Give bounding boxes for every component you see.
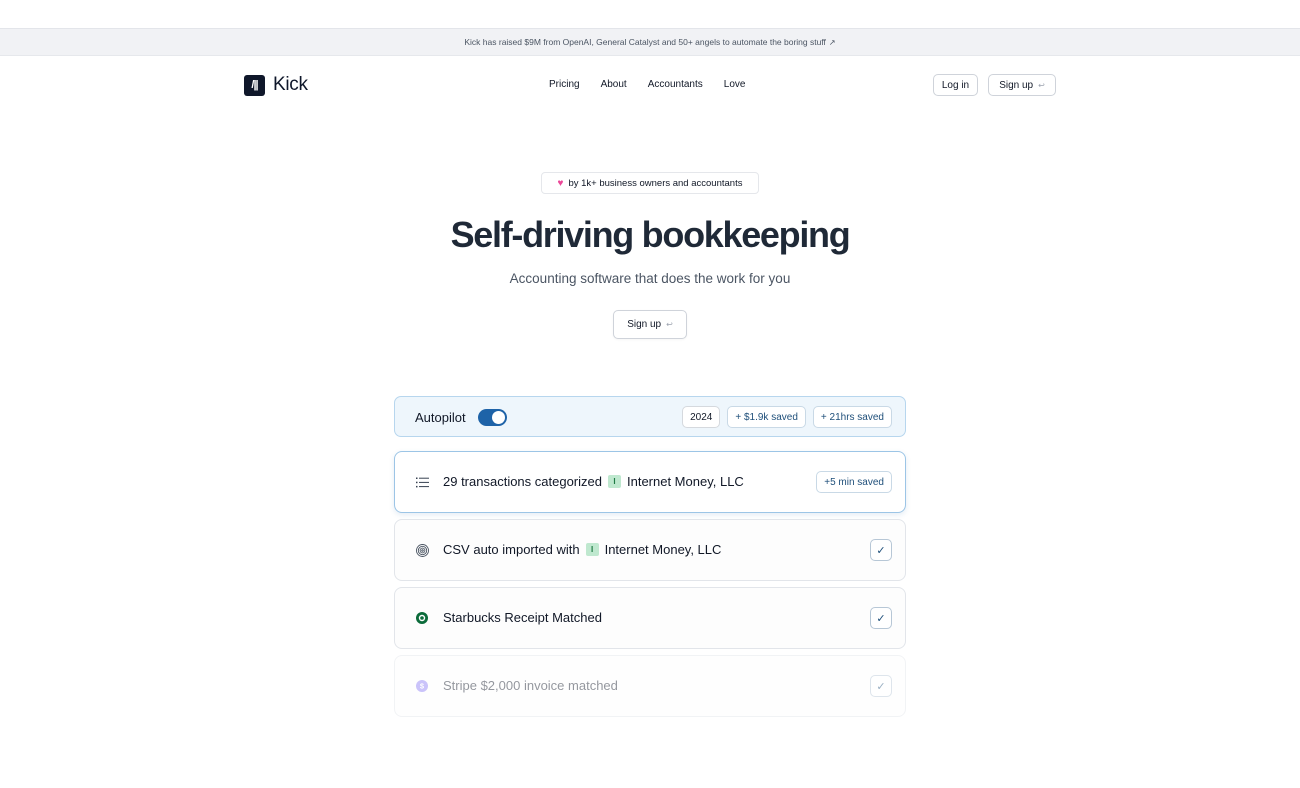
- year-badge: 2024: [682, 406, 721, 428]
- time-saved-badge: + 21hrs saved: [812, 406, 892, 428]
- hero-subtitle: Accounting software that does the work f…: [509, 271, 791, 286]
- activity-row-csv-import[interactable]: CSV auto imported with I Internet Money,…: [394, 519, 906, 581]
- signup-label: Sign up: [999, 79, 1034, 91]
- autopilot-bar: Autopilot 2024 + $1.9k saved + 21hrs sav…: [394, 396, 906, 437]
- stripe-icon: $: [415, 679, 429, 693]
- activity-main-text: 29 transactions categorized: [443, 474, 602, 489]
- time-saved-badge: +5 min saved: [816, 471, 892, 493]
- login-label: Log in: [941, 79, 970, 91]
- money-saved-badge: + $1.9k saved: [727, 406, 806, 428]
- check-icon: ✓: [870, 539, 892, 561]
- logo-mark-icon: /||: [244, 74, 265, 96]
- announcement-bar[interactable]: Kick has raised $9M from OpenAI, General…: [0, 28, 1300, 56]
- activity-text: CSV auto imported with I Internet Money,…: [443, 542, 721, 557]
- nav-link-pricing[interactable]: Pricing: [549, 79, 580, 90]
- top-nav: /|| Kick Pricing About Accountants Love …: [0, 56, 1300, 114]
- activity-main-text: Stripe $2,000 invoice matched: [443, 678, 618, 693]
- brand-name: Kick: [273, 74, 308, 95]
- fingerprint-icon: [415, 543, 429, 557]
- autopilot-label: Autopilot: [415, 410, 466, 425]
- activity-main-text: Starbucks Receipt Matched: [443, 610, 602, 625]
- nav-links: Pricing About Accountants Love: [549, 79, 745, 90]
- activity-row-stripe[interactable]: $ Stripe $2,000 invoice matched ✓: [394, 655, 906, 717]
- list-icon: [415, 475, 429, 489]
- activity-row-starbucks[interactable]: Starbucks Receipt Matched ✓: [394, 587, 906, 649]
- social-proof-text: by 1k+ business owners and accountants: [568, 177, 743, 189]
- activity-main-text: CSV auto imported with: [443, 542, 580, 557]
- logo[interactable]: /|| Kick: [244, 74, 308, 96]
- hero-signup-button[interactable]: Sign up ↩: [613, 310, 687, 339]
- nav-link-accountants[interactable]: Accountants: [648, 79, 703, 90]
- check-icon: ✓: [870, 675, 892, 697]
- entity-badge: I: [607, 475, 621, 488]
- signup-button[interactable]: Sign up ↩: [988, 74, 1056, 96]
- activity-text: Starbucks Receipt Matched: [443, 610, 602, 625]
- announcement-text: Kick has raised $9M from OpenAI, General…: [464, 37, 826, 47]
- nav-link-love[interactable]: Love: [724, 79, 746, 90]
- social-proof-pill: ♥ by 1k+ business owners and accountants: [541, 172, 759, 194]
- hero-title: Self-driving bookkeeping: [450, 214, 851, 255]
- check-icon: ✓: [870, 607, 892, 629]
- nav-link-about[interactable]: About: [601, 79, 627, 90]
- activity-text: 29 transactions categorized I Internet M…: [443, 474, 744, 489]
- enter-key-icon: ↩: [1038, 80, 1045, 90]
- enter-key-icon: ↩: [666, 320, 673, 329]
- login-button[interactable]: Log in: [933, 74, 978, 96]
- entity-badge: I: [585, 543, 599, 556]
- entity-name: Internet Money, LLC: [626, 474, 744, 489]
- hero-signup-label: Sign up: [627, 319, 662, 330]
- activity-row-categorized[interactable]: 29 transactions categorized I Internet M…: [394, 451, 906, 513]
- toggle-knob: [492, 411, 505, 424]
- autopilot-toggle[interactable]: [478, 409, 507, 426]
- heart-icon: ♥: [557, 177, 564, 189]
- entity-name: Internet Money, LLC: [604, 542, 722, 557]
- starbucks-icon: [415, 611, 429, 625]
- external-arrow-icon: ↗: [828, 37, 836, 47]
- autopilot-badges: 2024 + $1.9k saved + 21hrs saved: [682, 406, 892, 428]
- activity-text: Stripe $2,000 invoice matched: [443, 678, 618, 693]
